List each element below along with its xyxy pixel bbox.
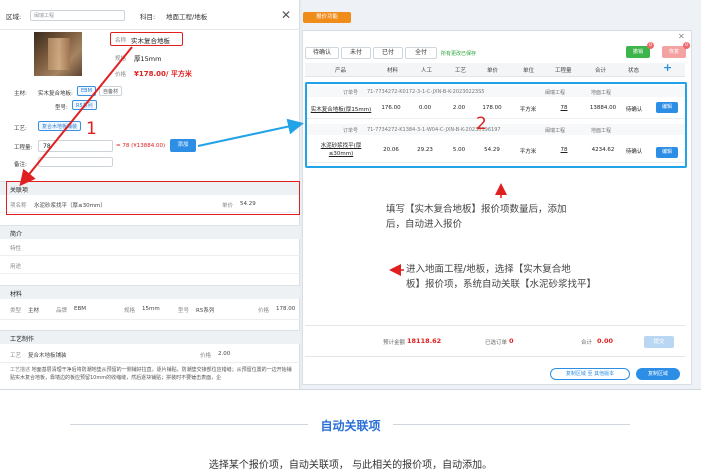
th-product: 产品 xyxy=(335,68,347,74)
craft-description: 工艺描述 地面基层清理干净后将防潮地垫从预留的一侧铺好拉直，逐片铺贴，防潮垫交接… xyxy=(10,366,295,388)
material-label: 主材: xyxy=(14,91,27,97)
annotation-step1: 进入地面工程/地板，选择【实木复合地 板】报价项，系统自动关联【水泥砂浆找平】 xyxy=(406,262,596,292)
brand-tag-self[interactable]: 自备材 xyxy=(99,86,123,96)
th-craft: 工艺 xyxy=(455,68,467,74)
model-label: 型号: xyxy=(55,105,68,111)
auto-added-highlight xyxy=(305,82,687,168)
mat-model-value: R5系列 xyxy=(196,308,215,314)
annotation-number-1: 1 xyxy=(86,119,97,139)
mat-model-label: 型号 xyxy=(178,308,190,314)
cm-desc-label: 工艺描述 xyxy=(10,367,31,373)
name-label: 名称 xyxy=(115,38,127,44)
quote-function-button[interactable]: 报价功能 xyxy=(303,12,351,23)
add-row-icon[interactable]: + xyxy=(663,61,672,74)
craft-make-section-title: 工艺制作 xyxy=(0,330,300,344)
cm-price-label: 价格 xyxy=(200,353,212,359)
mat-price-label: 价格 xyxy=(258,308,270,314)
mat-spec-value: 15mm xyxy=(142,306,160,312)
th-material: 材料 xyxy=(387,68,399,74)
card-close-icon[interactable]: ✕ xyxy=(678,32,685,41)
remark-input[interactable] xyxy=(38,157,113,167)
brand-tag-ebm[interactable]: EBM xyxy=(77,86,96,96)
th-unit-price: 单价 xyxy=(487,68,499,74)
annotation-step2-line2: 后，自动进入报价 xyxy=(386,219,463,230)
annotation-step1-line2: 板】报价项，系统自动关联【水泥砂浆找平】 xyxy=(406,279,597,290)
quote-summary: 预计金额 18118.62 已选订单 0 合计 0.00 xyxy=(305,325,685,357)
th-quantity: 工程量 xyxy=(555,68,572,74)
th-unit: 单位 xyxy=(523,68,535,74)
tab-paid[interactable]: 已付 xyxy=(373,47,403,59)
mat-spec-label: 规格 xyxy=(124,308,136,314)
price-value: ¥178.00/ 平方米 xyxy=(134,70,192,78)
item-detail-panel: 区域: 闽瑞工程 科目: 地面工程/地板 ✕ 名称 实木复合地板 规格 厚15m… xyxy=(0,0,300,389)
tab-fullpaid[interactable]: 全付 xyxy=(405,47,437,59)
caption-subtitle: 选择某个报价项，自动关联项， 与此相关的报价项，自动添加。 xyxy=(208,460,493,471)
sum-selected-value: 0 xyxy=(509,337,514,345)
region-label: 区域: xyxy=(6,13,22,21)
submit-button[interactable]: 提交 xyxy=(644,336,674,348)
undo-badge: 0 xyxy=(647,42,654,49)
intro-row-feature: 特性 xyxy=(0,240,300,256)
caption-title-text: 自动关联项 xyxy=(308,419,393,433)
mat-price-value: 178.00 xyxy=(276,306,296,312)
annotation-step2-line1: 填写【实木复合地板】报价项数量后，添加 xyxy=(386,204,567,215)
cm-desc-text: 地面基层清理干净后将防潮地垫从预留的一侧铺好拉直，逐片铺贴，防潮垫交接部位应错缝… xyxy=(10,367,292,381)
cm-craft-value: 复合木地板铺装 xyxy=(28,353,67,359)
quantity-input[interactable]: 78 xyxy=(38,140,113,152)
product-name: 实木复合地板 xyxy=(131,37,170,45)
spec-value: 厚15mm xyxy=(134,55,162,63)
price-label: 价格 xyxy=(115,72,127,78)
redo-badge: 0 xyxy=(683,42,690,49)
caption-title: 自动关联项 xyxy=(0,417,701,434)
tab-pending[interactable]: 待确认 xyxy=(305,47,339,59)
redo-button[interactable]: 恢复 xyxy=(662,46,686,58)
region-select[interactable]: 闽瑞工程 xyxy=(30,10,125,21)
materials-row: 类型 主材 品牌 EBM 规格 15mm 型号 R5系列 价格 178.00 xyxy=(0,302,300,320)
add-button[interactable]: 添加 xyxy=(170,139,196,152)
cm-craft-label: 工艺 xyxy=(10,353,22,359)
related-highlight xyxy=(6,181,300,215)
cm-price-value: 2.00 xyxy=(218,351,231,357)
sum-total-value: 0.00 xyxy=(597,337,614,345)
quantity-label: 工程量: xyxy=(14,145,33,151)
quantity-calc: = 78 (¥13884.00) xyxy=(116,143,166,149)
mat-type-value: 主材 xyxy=(28,308,40,314)
product-image xyxy=(34,32,82,76)
intro-feature-label: 特性 xyxy=(10,246,22,252)
annotation-number-2: 2 xyxy=(476,114,487,134)
annotation-step1-line1: 进入地面工程/地板，选择【实木复合地 xyxy=(406,264,571,275)
model-tag[interactable]: R5系列 xyxy=(72,100,97,110)
copy-to-other-version-button[interactable]: 复制区域 至 其他版本 xyxy=(550,368,630,380)
annotation-step2: 填写【实木复合地板】报价项数量后，添加 后，自动进入报价 xyxy=(386,202,567,232)
mat-brand-value: EBM xyxy=(74,306,86,312)
spec-label: 规格 xyxy=(115,56,127,62)
saved-status: 所有更改已保存 xyxy=(441,51,477,57)
craft-label: 工艺: xyxy=(14,126,27,132)
undo-button[interactable]: 撤销 xyxy=(626,46,650,58)
screenshot-frame: 区域: 闽瑞工程 科目: 地面工程/地板 ✕ 名称 实木复合地板 规格 厚15m… xyxy=(0,0,701,390)
close-icon[interactable]: ✕ xyxy=(281,9,291,21)
sum-estimate-value: 18118.62 xyxy=(407,337,442,345)
sum-estimate-label: 预计金额 xyxy=(383,340,406,346)
th-status: 状态 xyxy=(628,68,640,74)
subject-value[interactable]: 地面工程/地板 xyxy=(166,11,207,21)
sum-selected-label: 已选订单 xyxy=(485,340,508,346)
craft-make-row: 工艺 复合木地板铺装 价格 2.00 xyxy=(0,347,300,363)
material-name: 实木复合地板: xyxy=(38,91,73,97)
materials-section-title: 材料 xyxy=(0,285,300,299)
copy-area-button[interactable]: 复制区域 xyxy=(636,368,680,380)
quote-table-header: 产品 材料 人工 工艺 单价 单位 工程量 合计 状态 xyxy=(305,63,685,77)
intro-section-title: 简介 xyxy=(0,225,300,239)
intro-usage-label: 用途 xyxy=(10,264,22,270)
subject-label: 科目: xyxy=(140,13,156,21)
th-labor: 人工 xyxy=(421,68,433,74)
intro-row-usage: 用途 xyxy=(0,258,300,274)
remark-label: 备注: xyxy=(14,162,27,168)
sum-total-label: 合计 xyxy=(581,340,593,346)
th-total: 合计 xyxy=(595,68,607,74)
craft-tag[interactable]: 复合木地板铺装 xyxy=(38,121,82,131)
tab-unpaid[interactable]: 未付 xyxy=(341,47,371,59)
mat-brand-label: 品牌 xyxy=(56,308,68,314)
mat-type-label: 类型 xyxy=(10,308,22,314)
